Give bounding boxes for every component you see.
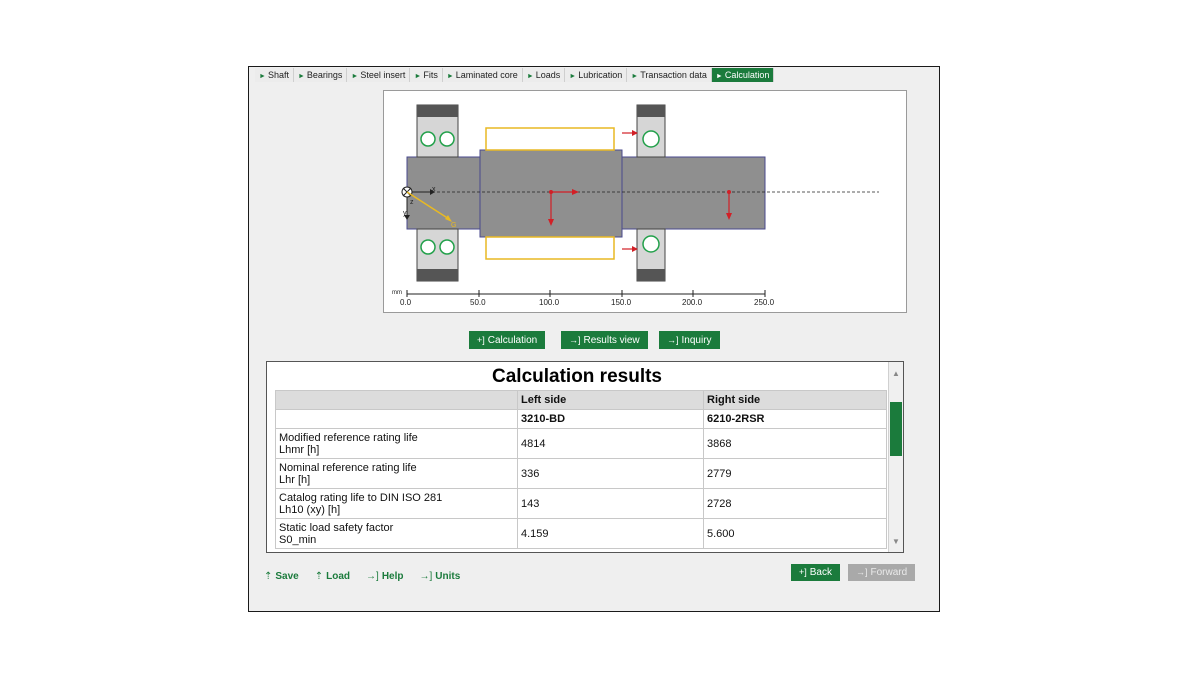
steel-insert-bottom [485, 236, 615, 260]
axis-label-y: y [403, 210, 407, 217]
tab-steel-insert[interactable]: ► Steel insert [347, 68, 411, 82]
steel-insert-top [485, 127, 615, 151]
shaft-left-section [406, 156, 481, 230]
left-value: 4.159 [517, 518, 704, 549]
tab-lubrication[interactable]: ► Lubrication [565, 68, 628, 82]
left-bearing-bottom [416, 228, 459, 282]
scroll-up-icon[interactable]: ▲ [889, 368, 903, 380]
designation-row: 3210-BD 6210-2RSR [275, 409, 887, 429]
arrow-right-icon: →] [569, 335, 581, 345]
results-title: Calculation results [492, 366, 662, 387]
row-label: Modified reference rating life Lhmr [h] [275, 428, 518, 459]
results-scrollbar[interactable]: ▲ ▼ [888, 362, 903, 552]
axis-label-z: z [410, 199, 414, 206]
designation-cell [275, 409, 518, 429]
tab-arrow-icon: ► [526, 73, 534, 80]
right-value: 5.600 [703, 518, 887, 549]
tab-arrow-icon: ► [631, 73, 639, 80]
scale-tick-label: 0.0 [400, 298, 412, 307]
load-icon: ⇡ [314, 571, 324, 582]
tab-laminated-core[interactable]: ► Laminated core [442, 68, 523, 82]
table-header-cell: Right side [703, 390, 887, 410]
right-value: 2728 [703, 488, 887, 519]
right-value: 2779 [703, 458, 887, 489]
diagram-canvas: x z y G mm 0.0 50.0 100.0 150.0 200.0 25… [392, 104, 879, 307]
table-header-row: Left side Right side [275, 390, 887, 410]
axis-label-g: G [451, 222, 456, 229]
axis-label-x: x [432, 186, 436, 193]
row-label: Static load safety factor S0_min [275, 518, 518, 549]
results-table: Left side Right side 3210-BD 6210-2RSR M… [275, 390, 887, 549]
table-row: Nominal reference rating life Lhr [h] 336… [275, 458, 887, 489]
tab-fits[interactable]: ► Fits [410, 68, 443, 82]
right-value: 3868 [703, 428, 887, 459]
table-header-cell [275, 390, 518, 410]
left-value: 143 [517, 488, 704, 519]
table-row: Catalog rating life to DIN ISO 281 Lh10 (… [275, 488, 887, 519]
left-bearing-top [416, 104, 459, 158]
help-link[interactable]: →] Help [366, 571, 403, 582]
tab-arrow-icon: ► [414, 73, 422, 80]
scale-tick-label: 200.0 [682, 298, 703, 307]
tab-transaction-data[interactable]: ► Transaction data [627, 68, 712, 82]
scale-tick-label: 100.0 [539, 298, 560, 307]
forward-button[interactable]: →] Forward [848, 564, 916, 581]
calculation-results-panel: Calculation results Left side Right side… [266, 361, 904, 553]
tab-shaft[interactable]: ► Shaft [255, 68, 294, 82]
right-bearing-bottom [636, 228, 666, 282]
table-row: Static load safety factor S0_min 4.159 5.… [275, 518, 887, 549]
inquiry-button[interactable]: →] Inquiry [659, 331, 720, 349]
tab-bar: ► Shaft ► Bearings ► Steel insert ► Fits ► La… [255, 68, 775, 82]
arrow-right-icon: →] [856, 567, 868, 577]
scrollbar-thumb[interactable] [890, 402, 902, 456]
scale-tick-label: 250.0 [754, 298, 775, 307]
tab-arrow-icon: ► [297, 73, 305, 80]
tab-arrow-icon: ► [446, 73, 454, 80]
results-view-button[interactable]: →] Results view [561, 331, 648, 349]
arrow-left-icon: +] [799, 567, 807, 577]
row-label: Catalog rating life to DIN ISO 281 Lh10 (… [275, 488, 518, 519]
tab-bearings[interactable]: ► Bearings [293, 68, 348, 82]
designation-cell: 6210-2RSR [703, 409, 887, 429]
tab-arrow-icon: ► [569, 73, 577, 80]
calculation-button[interactable]: +] Calculation [469, 331, 546, 349]
save-link[interactable]: ⇡ Save [264, 571, 299, 582]
arrow-right-icon: →] [366, 571, 379, 582]
units-link[interactable]: →] Units [419, 571, 460, 582]
tab-arrow-icon: ► [259, 73, 266, 80]
tab-calculation[interactable]: ► Calculation [711, 68, 775, 82]
arrow-right-icon: +] [477, 335, 485, 345]
load-link[interactable]: ⇡ Load [315, 571, 350, 582]
right-bearing-top [636, 104, 666, 158]
row-label: Nominal reference rating life Lhr [h] [275, 458, 518, 489]
scale-tick-label: 50.0 [470, 298, 486, 307]
scale-unit-label: mm [392, 290, 402, 296]
table-row: Modified reference rating life Lhmr [h] 4… [275, 428, 887, 459]
shaft-right-section [621, 156, 766, 230]
arrow-right-icon: →] [419, 571, 433, 582]
footer-links: ⇡ Save ⇡ Load →] Help →] Units [264, 571, 460, 582]
arrow-right-icon: →] [667, 335, 679, 345]
save-icon: ⇡ [264, 571, 273, 582]
scroll-down-icon[interactable]: ▼ [889, 536, 903, 548]
designation-cell: 3210-BD [517, 409, 704, 429]
app-window: ► Shaft ► Bearings ► Steel insert ► Fits ► La… [248, 66, 940, 612]
left-value: 4814 [517, 428, 704, 459]
tab-arrow-icon: ► [351, 73, 359, 80]
tab-arrow-icon: ► [715, 73, 723, 80]
shaft-bearing-diagram: x z y G mm 0.0 50.0 100.0 150.0 200.0 25… [383, 90, 907, 313]
tab-loads[interactable]: ► Loads [522, 68, 566, 82]
table-header-cell: Left side [517, 390, 704, 410]
left-value: 336 [517, 458, 704, 489]
scale-tick-label: 150.0 [611, 298, 632, 307]
back-button[interactable]: +] Back [791, 564, 840, 581]
